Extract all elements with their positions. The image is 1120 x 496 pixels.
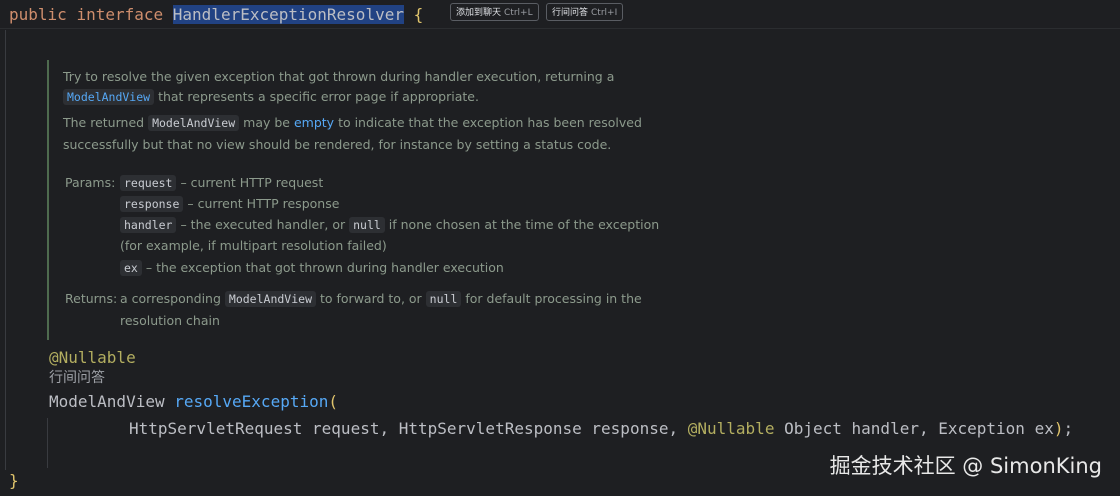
param-desc: – current HTTP request — [180, 175, 324, 190]
keyword-public: public — [9, 5, 67, 24]
method-name: resolveException — [174, 392, 329, 411]
param-desc: (for example, if multipart resolution fa… — [120, 238, 387, 253]
doc-text: that represents a specific error page if… — [158, 89, 479, 104]
param-response: response – current HTTP response — [120, 195, 339, 213]
nullable-annotation: @Nullable — [49, 348, 136, 367]
code-editor[interactable]: public interface HandlerExceptionResolve… — [0, 0, 1120, 496]
null-code: null — [425, 291, 462, 307]
close-brace: } — [9, 471, 19, 490]
param-ex: ex – the exception that got thrown durin… — [120, 259, 504, 277]
return-type: ModelAndView — [49, 392, 165, 411]
param-desc: – the exception that got thrown during h… — [145, 260, 504, 275]
doc-text: The returned — [63, 115, 145, 130]
param-name: request — [120, 175, 177, 191]
annotation-line[interactable]: @Nullable — [49, 347, 136, 369]
params-label: Params: — [65, 175, 116, 190]
param-name: ex — [1034, 419, 1054, 438]
param-name: response, — [591, 419, 679, 438]
doc-text: successfully but that no view should be … — [63, 137, 612, 152]
doc-text: resolution chain — [120, 313, 220, 328]
param-type: Object — [784, 419, 842, 438]
doc-paragraph-2-line-1: The returned ModelAndView may be empty t… — [63, 114, 642, 132]
param-name: ex — [120, 260, 142, 276]
interface-declaration-line[interactable]: public interface HandlerExceptionResolve… — [9, 4, 423, 26]
param-desc: – current HTTP response — [187, 196, 340, 211]
param-name: response — [120, 196, 184, 212]
returns-line-1: a corresponding ModelAndView to forward … — [120, 290, 642, 308]
inline-qa-shortcut: Ctrl+I — [591, 8, 618, 18]
param-name: handler, — [851, 419, 929, 438]
close-brace-line[interactable]: } — [9, 470, 19, 492]
inline-qa-hint[interactable]: 行间问答 — [49, 369, 105, 387]
param-desc: – the executed handler, or — [180, 217, 346, 232]
doc-text: for default processing in the — [465, 291, 642, 306]
inline-qa-button[interactable]: 行间问答 Ctrl+I — [546, 3, 624, 21]
method-signature-line[interactable]: ModelAndView resolveException( — [49, 391, 338, 413]
add-to-chat-button[interactable]: 添加到聊天 Ctrl+L — [450, 3, 539, 21]
doc-text: a corresponding — [120, 291, 221, 306]
doc-paragraph-2-line-2: successfully but that no view should be … — [63, 136, 611, 154]
watermark: 掘金技术社区 @ SimonKing — [829, 454, 1102, 478]
modelandview-link[interactable]: ModelAndView — [63, 89, 155, 105]
param-name: handler — [120, 217, 177, 233]
open-brace: { — [413, 5, 424, 24]
doc-text: to indicate that the exception has been … — [338, 115, 642, 130]
indent-guide-inner — [47, 418, 48, 468]
doc-text: to forward to, or — [319, 291, 422, 306]
empty-link[interactable]: empty — [294, 115, 334, 130]
add-to-chat-shortcut: Ctrl+L — [504, 8, 533, 18]
param-type: Exception — [938, 419, 1025, 438]
nullable-annotation: @Nullable — [687, 419, 775, 438]
open-paren: ( — [328, 392, 338, 411]
returns-line-2: resolution chain — [120, 312, 220, 330]
method-params-line[interactable]: HttpServletRequest request, HttpServletR… — [129, 418, 1073, 440]
param-handler-continued: (for example, if multipart resolution fa… — [120, 237, 387, 255]
doc-paragraph-1-line-2: ModelAndView that represents a specific … — [63, 88, 479, 106]
doc-paragraph-1-line-1: Try to resolve the given exception that … — [63, 68, 614, 86]
modelandview-code: ModelAndView — [224, 291, 316, 307]
doc-text: may be — [243, 115, 290, 130]
returns-label: Returns: — [65, 291, 118, 306]
param-type: HttpServletResponse — [398, 419, 582, 438]
add-to-chat-label: 添加到聊天 — [456, 8, 502, 18]
interface-name-selected[interactable]: HandlerExceptionResolver — [172, 5, 404, 24]
modelandview-code: ModelAndView — [148, 115, 240, 131]
semicolon: ; — [1063, 419, 1074, 438]
indent-guide-outer — [5, 30, 6, 470]
line-divider — [0, 28, 1120, 29]
param-desc: if none chosen at the time of the except… — [388, 217, 660, 232]
param-name: request, — [312, 419, 390, 438]
param-type: HttpServletRequest — [129, 419, 303, 438]
keyword-interface: interface — [76, 5, 164, 24]
param-request: request – current HTTP request — [120, 174, 323, 192]
null-code: null — [349, 217, 385, 233]
param-handler: handler – the executed handler, or null … — [120, 216, 659, 234]
inline-qa-label: 行间问答 — [552, 8, 589, 18]
doc-text: Try to resolve the given exception that … — [63, 69, 615, 84]
